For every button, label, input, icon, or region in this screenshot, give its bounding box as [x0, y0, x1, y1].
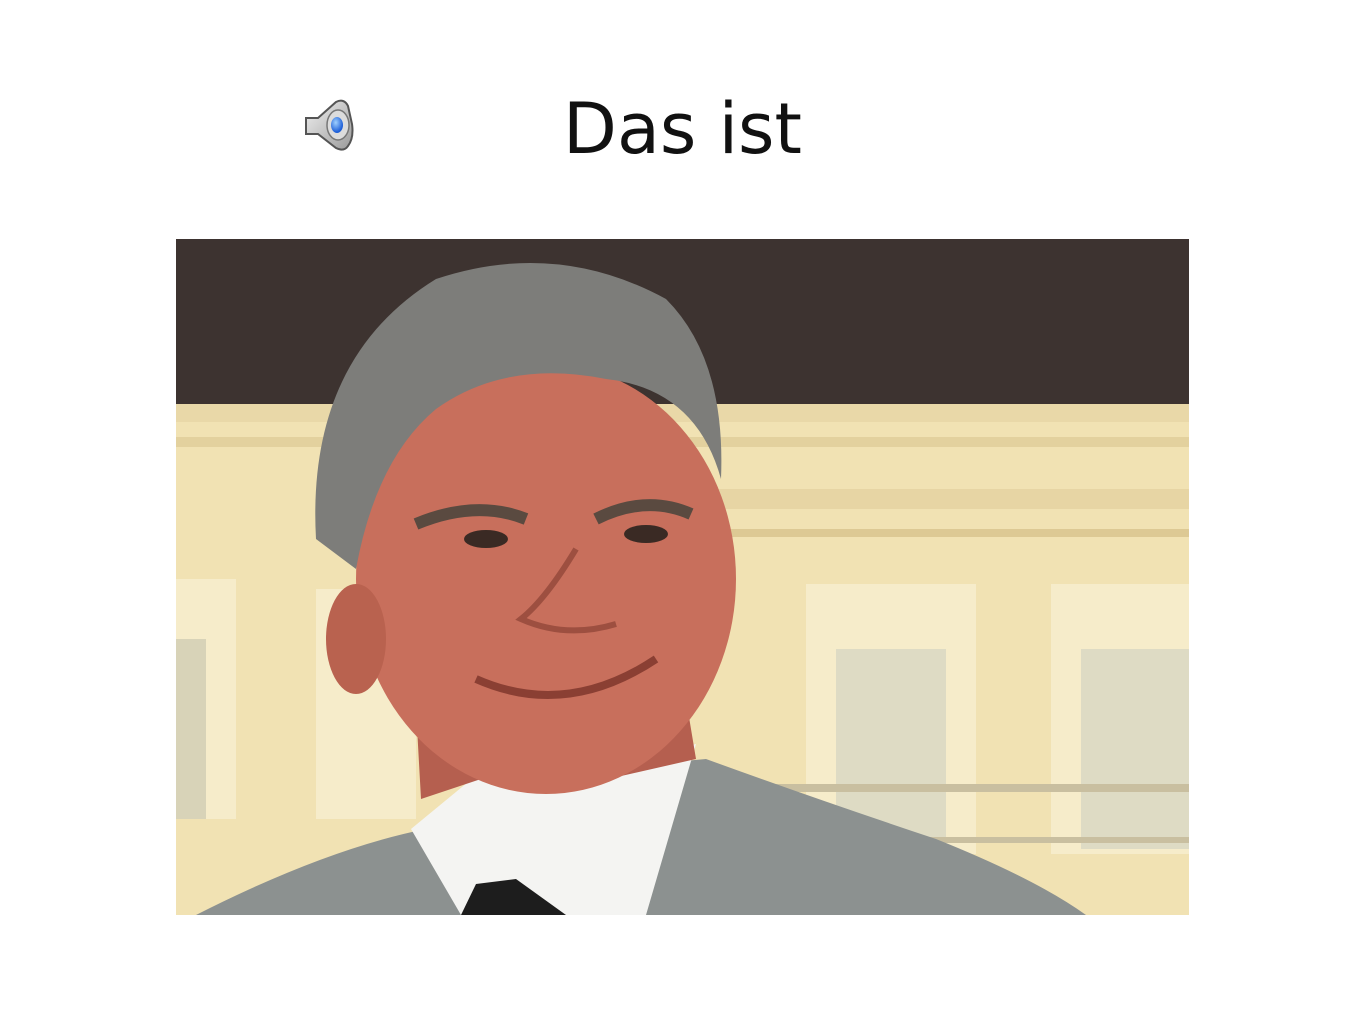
slide-title: Das ist: [563, 88, 802, 170]
slide: Das ist: [0, 0, 1365, 1024]
portrait-photo: [176, 239, 1189, 915]
